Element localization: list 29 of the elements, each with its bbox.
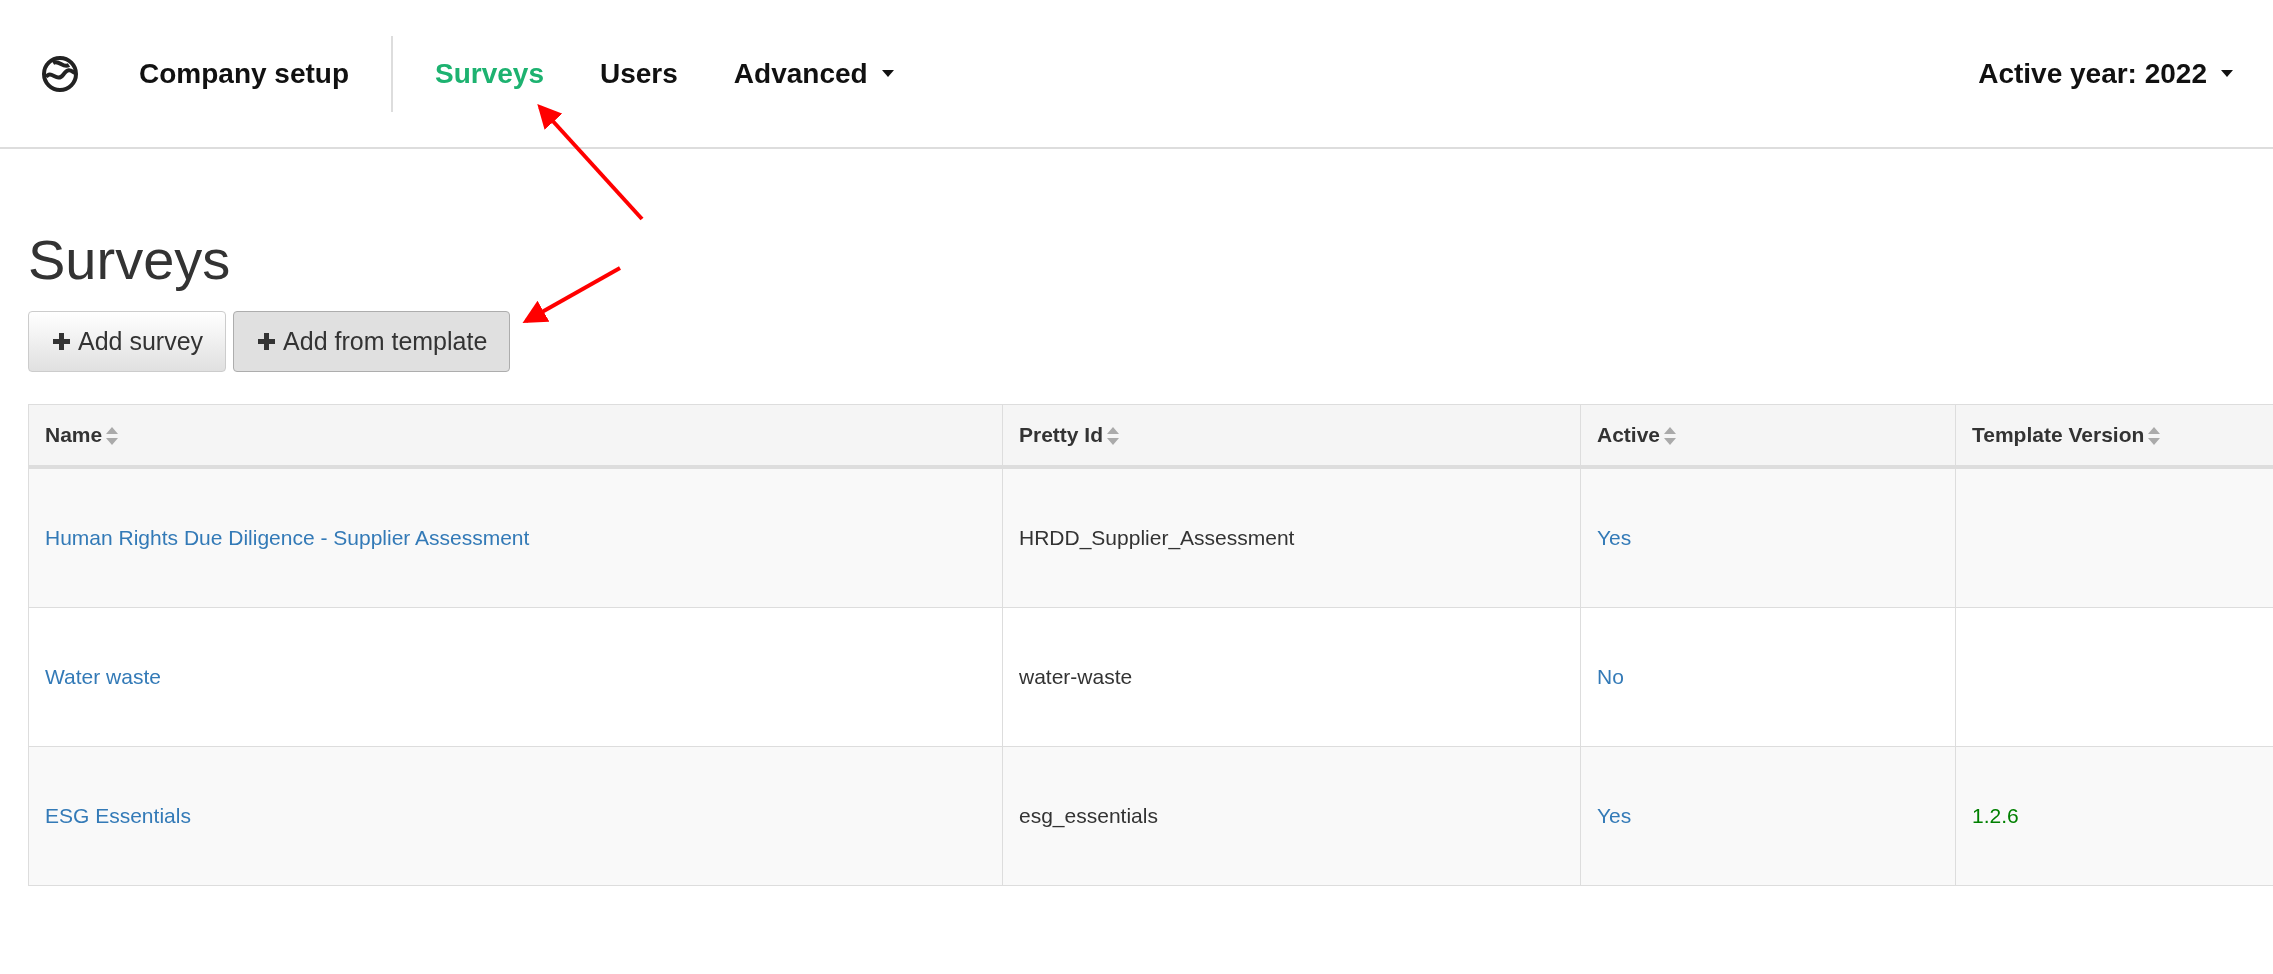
plus-icon bbox=[53, 332, 70, 350]
survey-name-link[interactable]: ESG Essentials bbox=[45, 803, 191, 827]
active-status-link[interactable]: Yes bbox=[1597, 803, 1632, 827]
column-header[interactable]: Template Version bbox=[1955, 404, 2273, 467]
table-cell: HRDD_Supplier_Assessment bbox=[1019, 525, 1295, 549]
survey-name-link[interactable]: Human Rights Due Diligence - Supplier Assessment bbox=[45, 525, 530, 549]
caret-icon bbox=[2221, 70, 2233, 77]
add-button[interactable]: Add survey bbox=[28, 310, 227, 372]
active-year-dropdown[interactable]: Active year: 2022 bbox=[1978, 57, 2233, 90]
logo-icon[interactable] bbox=[41, 54, 79, 93]
plus-icon bbox=[258, 332, 276, 350]
sort-icon bbox=[106, 427, 119, 446]
column-header[interactable]: Active bbox=[1580, 404, 1956, 467]
sort-icon bbox=[2148, 427, 2161, 446]
add-button[interactable]: Add from template bbox=[233, 310, 511, 372]
column-header[interactable]: Pretty Id bbox=[1002, 404, 1581, 467]
page-title: Surveys bbox=[28, 229, 232, 291]
table-cell: water-waste bbox=[1019, 664, 1133, 688]
sort-icon bbox=[1107, 427, 1120, 446]
nav-link[interactable]: Users bbox=[600, 57, 678, 90]
nav-link[interactable]: Advanced bbox=[733, 57, 894, 90]
survey-name-link[interactable]: Water waste bbox=[45, 664, 161, 688]
nav-link[interactable]: Company setup bbox=[139, 57, 350, 90]
table-cell: 1.2.6 bbox=[1972, 803, 2019, 827]
active-status-link[interactable]: Yes bbox=[1597, 525, 1632, 549]
active-status-link[interactable]: No bbox=[1597, 664, 1624, 688]
table-cell: esg_essentials bbox=[1019, 803, 1158, 827]
column-header[interactable]: Name bbox=[28, 404, 1003, 467]
sort-icon bbox=[1664, 427, 1677, 446]
